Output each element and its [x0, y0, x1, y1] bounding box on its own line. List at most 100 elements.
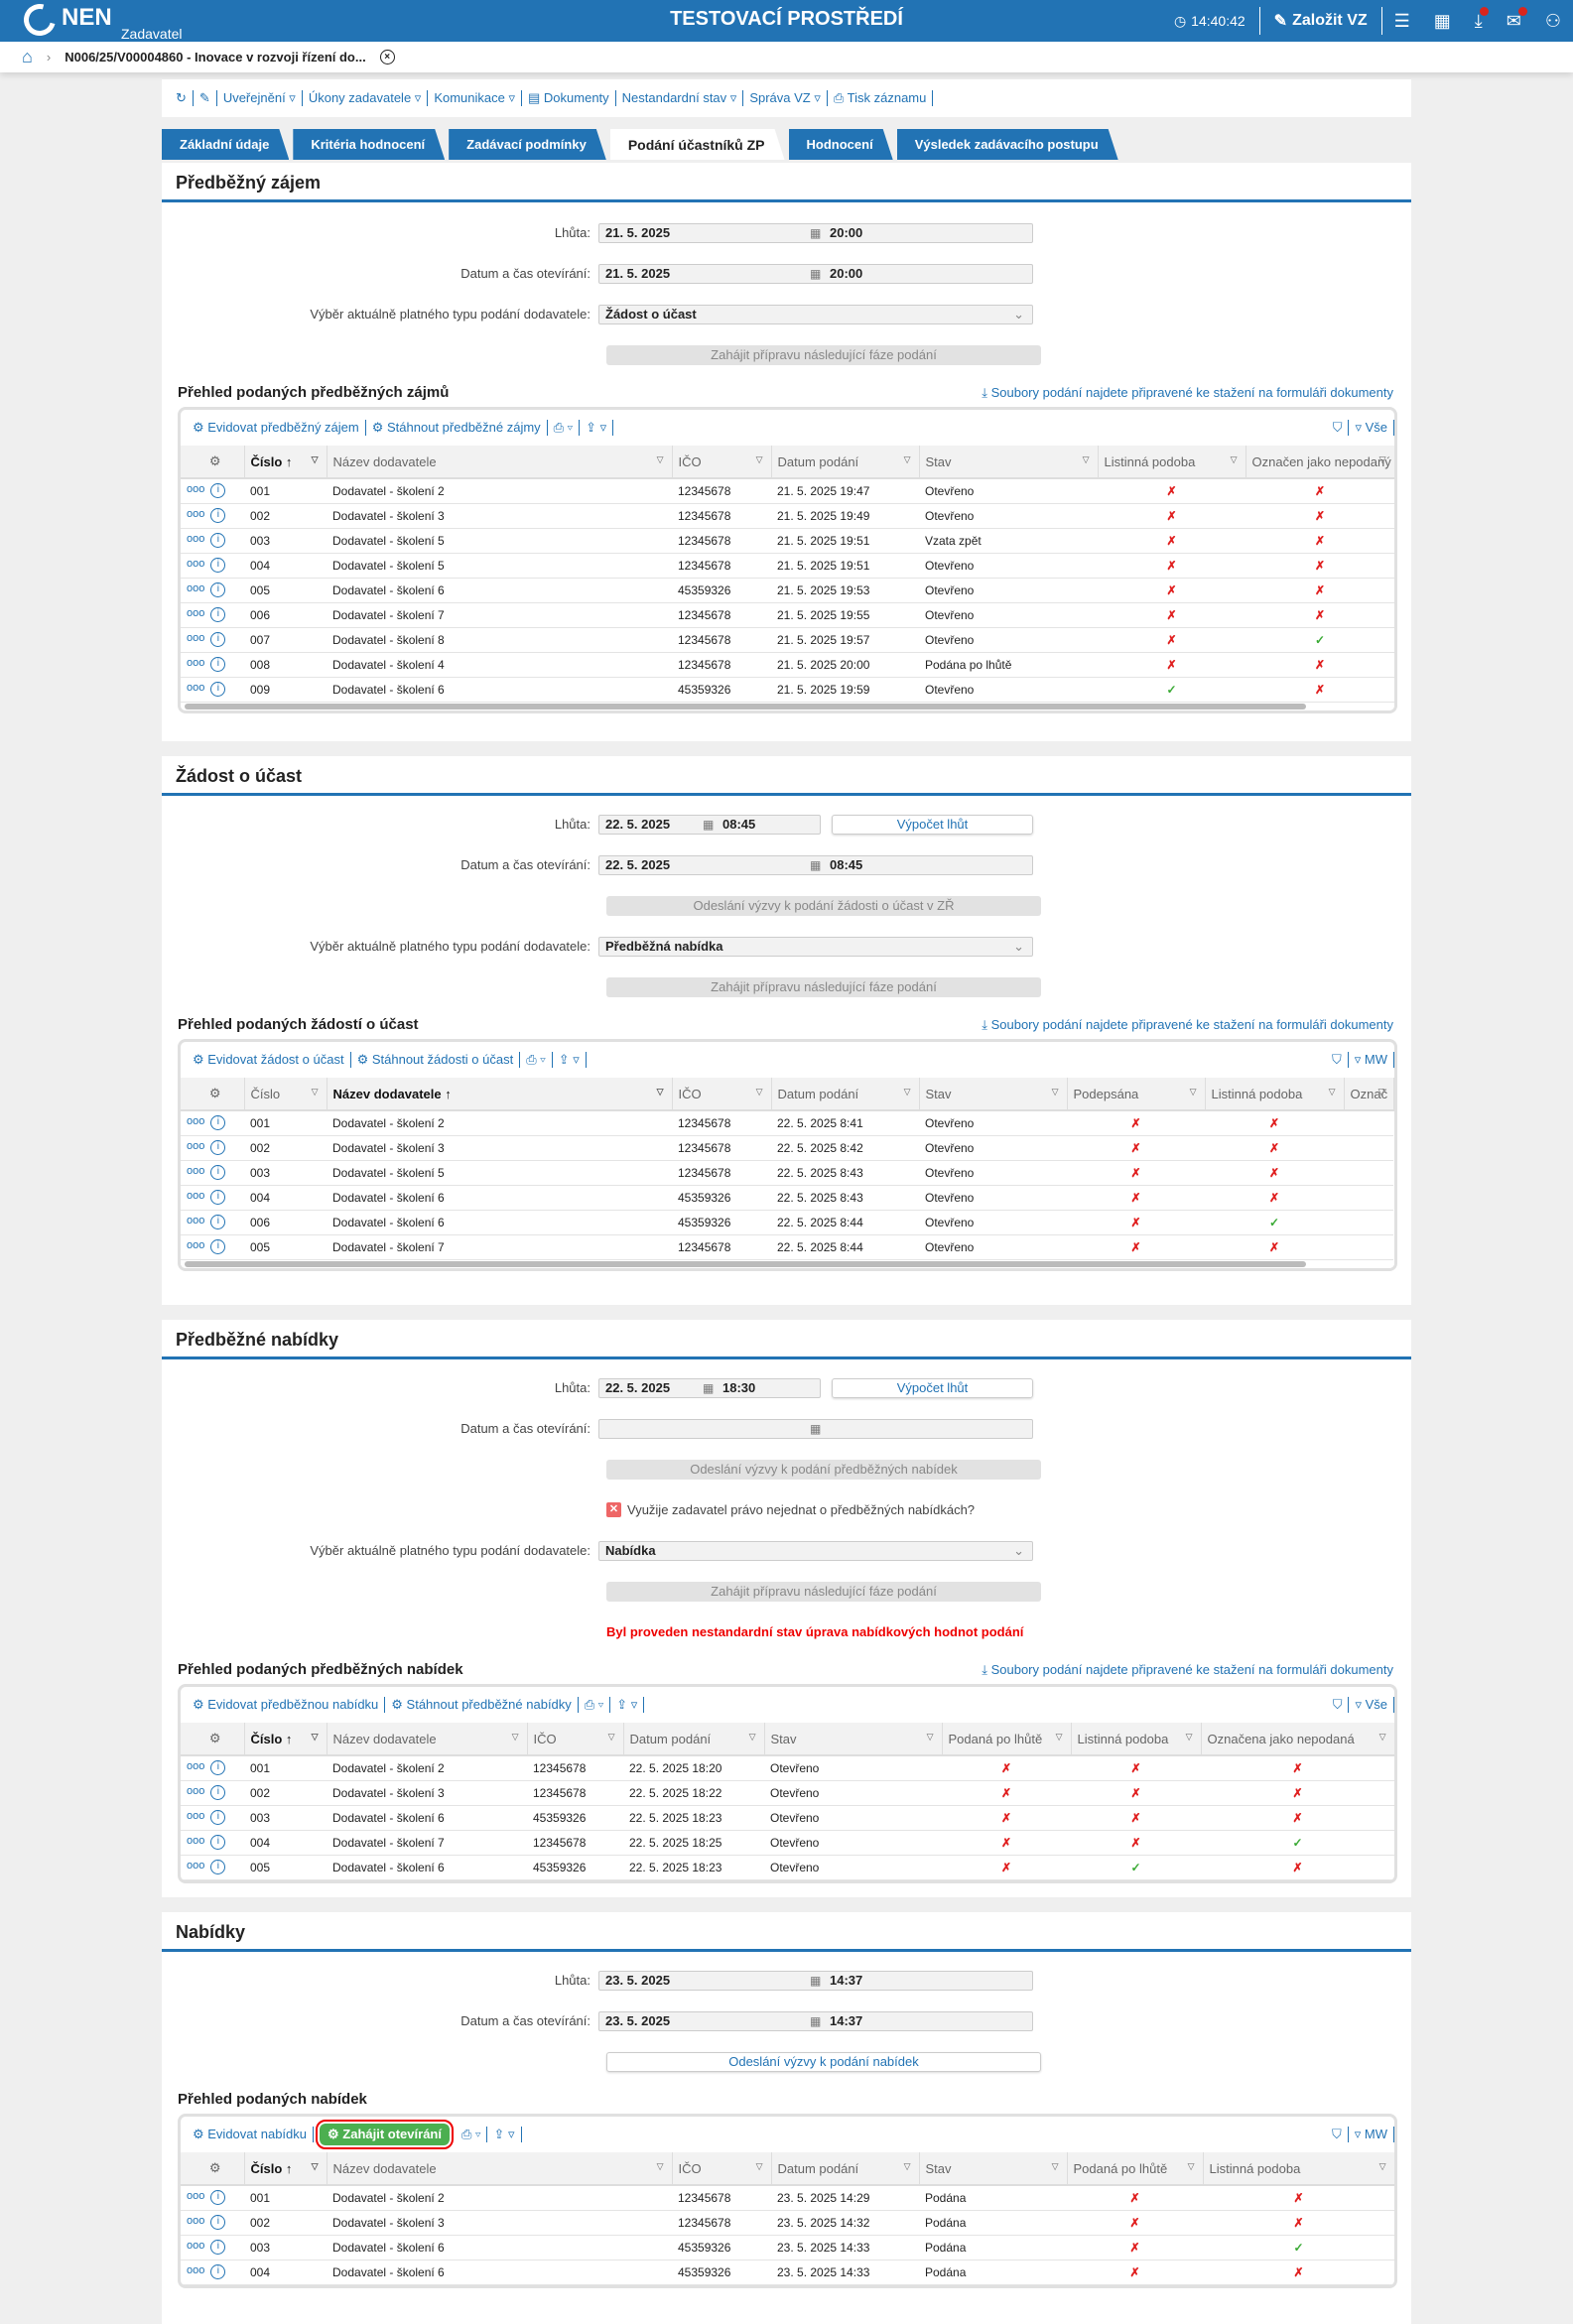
- row-actions[interactable]: ooo i: [181, 1755, 244, 1781]
- download-icon[interactable]: ⤓: [1463, 6, 1495, 32]
- column-header[interactable]: IČO ▽: [672, 446, 772, 479]
- table-row[interactable]: ooo i 002 Dodavatel - školení 3 12345678 23. …: [181, 2210, 1394, 2236]
- refresh-icon[interactable]: ↻: [170, 90, 194, 106]
- info-icon[interactable]: i: [210, 1215, 226, 1229]
- column-filter-icon[interactable]: ▽: [904, 454, 911, 465]
- column-header[interactable]: Stav ▽: [919, 1078, 1068, 1111]
- checkbox-unchecked-icon[interactable]: ✕: [606, 1502, 621, 1517]
- column-header[interactable]: Označen jako nepodaný ▽: [1245, 446, 1394, 479]
- column-header[interactable]: Číslo ▽: [244, 1078, 328, 1111]
- lhuta-field[interactable]: 23. 5. 2025 ▦ 14:37: [598, 1970, 1033, 1991]
- view-select[interactable]: ▿ Vše: [1349, 420, 1394, 436]
- column-header[interactable]: Název dodavatele ▽: [327, 446, 673, 479]
- column-settings-icon[interactable]: ⚙: [181, 2152, 245, 2186]
- column-header[interactable]: Číslo ↑ ▽: [244, 1723, 328, 1756]
- info-icon[interactable]: i: [210, 533, 226, 548]
- export-menu-icon[interactable]: ⇪ ▿: [580, 420, 614, 436]
- lhuta-field[interactable]: 21. 5. 2025 ▦ 20:00: [598, 222, 1033, 243]
- row-actions[interactable]: ooo i: [181, 2210, 244, 2236]
- table-row[interactable]: ooo i 001 Dodavatel - školení 2 12345678 22. …: [181, 1110, 1393, 1136]
- info-icon[interactable]: i: [210, 1140, 226, 1155]
- column-filter-icon[interactable]: ▽: [312, 454, 319, 465]
- table-row[interactable]: ooo i 002 Dodavatel - školení 3 12345678 22. …: [181, 1780, 1394, 1806]
- column-header[interactable]: Listinná podoba ▽: [1205, 1078, 1345, 1111]
- column-header[interactable]: IČO ▽: [672, 2152, 772, 2186]
- column-filter-icon[interactable]: ▽: [657, 2161, 664, 2172]
- column-filter-icon[interactable]: ▽: [608, 1732, 615, 1743]
- column-header[interactable]: Stav ▽: [919, 446, 1099, 479]
- lhuta-field[interactable]: 22. 5. 2025 ▦ 18:30: [598, 1377, 821, 1398]
- secondary-action-button[interactable]: ⚙ Stáhnout předběžné zájmy: [366, 420, 548, 436]
- info-icon[interactable]: i: [210, 582, 226, 597]
- row-actions[interactable]: ooo i: [181, 1855, 244, 1880]
- secondary-action-button[interactable]: ⚙ Stáhnout žádosti o účast: [351, 1052, 521, 1068]
- row-actions[interactable]: ooo i: [181, 1185, 244, 1211]
- row-actions[interactable]: ooo i: [181, 627, 244, 653]
- filter-icon[interactable]: ⛉: [1326, 2127, 1349, 2142]
- column-filter-icon[interactable]: ▽: [1186, 1732, 1193, 1743]
- row-actions[interactable]: ooo i: [181, 2235, 244, 2260]
- typ-podani-select[interactable]: Nabídka ⌄: [598, 1540, 1033, 1561]
- column-filter-icon[interactable]: ▽: [312, 1732, 319, 1743]
- table-row[interactable]: ooo i 003 Dodavatel - školení 5 12345678 22. …: [181, 1160, 1393, 1186]
- row-actions[interactable]: ooo i: [181, 1780, 244, 1806]
- evidovat-button[interactable]: ⚙ Evidovat předběžnou nabídku: [187, 1697, 386, 1713]
- column-filter-icon[interactable]: ▽: [1190, 1087, 1197, 1097]
- print-menu-icon[interactable]: ⎙ ▿: [456, 2127, 488, 2142]
- row-actions[interactable]: ooo i: [181, 1234, 244, 1260]
- column-filter-icon[interactable]: ▽: [1052, 2161, 1059, 2172]
- column-header[interactable]: Stav ▽: [764, 1723, 943, 1756]
- breadcrumb-item[interactable]: N006/25/V00004860 - Inovace v rozvoji ří…: [65, 50, 365, 65]
- column-header[interactable]: Podaná po lhůtě ▽: [942, 1723, 1072, 1756]
- tab-zadavaci-podminky[interactable]: Zadávací podmínky: [449, 129, 606, 160]
- info-icon[interactable]: i: [210, 1239, 226, 1254]
- typ-podani-select[interactable]: Předběžná nabídka ⌄: [598, 936, 1033, 957]
- row-actions[interactable]: ooo i: [181, 578, 244, 603]
- export-menu-icon[interactable]: ⇪ ▿: [487, 2127, 522, 2142]
- info-icon[interactable]: i: [210, 1785, 226, 1800]
- horizontal-scrollbar[interactable]: [181, 702, 1394, 710]
- table-row[interactable]: ooo i 004 Dodavatel - školení 5 12345678 21. …: [181, 553, 1394, 579]
- table-row[interactable]: ooo i 003 Dodavatel - školení 6 45359326 23. …: [181, 2235, 1394, 2260]
- export-menu-icon[interactable]: ⇪ ▿: [610, 1697, 645, 1713]
- menu-dokumenty[interactable]: ▤ Dokumenty: [522, 90, 616, 106]
- evidovat-button[interactable]: ⚙ Evidovat nabídku: [187, 2127, 315, 2142]
- view-select[interactable]: ▿ MW: [1349, 1052, 1394, 1068]
- table-row[interactable]: ooo i 005 Dodavatel - školení 7 12345678 22. …: [181, 1234, 1393, 1260]
- filter-icon[interactable]: ⛉: [1327, 420, 1350, 436]
- row-actions[interactable]: ooo i: [181, 1110, 244, 1136]
- horizontal-scrollbar[interactable]: [181, 1259, 1394, 1268]
- info-icon[interactable]: i: [210, 657, 226, 672]
- info-icon[interactable]: i: [210, 1760, 226, 1776]
- column-filter-icon[interactable]: ▽: [749, 1732, 756, 1743]
- datum-otevirani-field[interactable]: 21. 5. 2025 ▦ 20:00: [598, 263, 1033, 284]
- create-vz-button[interactable]: ✎ Založit VZ: [1260, 8, 1381, 34]
- table-row[interactable]: ooo i 009 Dodavatel - školení 6 45359326 21. …: [181, 677, 1394, 703]
- column-filter-icon[interactable]: ▽: [1056, 1732, 1063, 1743]
- column-settings-icon[interactable]: ⚙: [181, 446, 245, 479]
- info-icon[interactable]: i: [210, 1165, 226, 1180]
- column-settings-icon[interactable]: ⚙: [181, 1723, 245, 1756]
- evidovat-button[interactable]: ⚙ Evidovat předběžný zájem: [187, 420, 366, 436]
- info-icon[interactable]: i: [210, 1835, 226, 1850]
- info-icon[interactable]: i: [210, 508, 226, 523]
- column-header[interactable]: Označena jako nepodaná ▽: [1201, 1723, 1394, 1756]
- column-settings-icon[interactable]: ⚙: [181, 1078, 245, 1111]
- row-actions[interactable]: ooo i: [181, 1135, 244, 1161]
- column-header[interactable]: Název dodavatele ▽: [327, 1723, 528, 1756]
- row-actions[interactable]: ooo i: [181, 503, 244, 529]
- row-actions[interactable]: ooo i: [181, 2259, 244, 2285]
- secondary-action-button[interactable]: ⚙ Zahájit otevírání: [316, 2120, 454, 2149]
- row-actions[interactable]: ooo i: [181, 478, 244, 504]
- tab-podani-ucastniku[interactable]: Podání účastníků ZP: [610, 129, 785, 160]
- column-filter-icon[interactable]: ▽: [1379, 2161, 1386, 2172]
- home-icon[interactable]: ⌂: [22, 47, 33, 67]
- column-header[interactable]: Číslo ↑ ▽: [244, 446, 328, 479]
- datum-otevirani-field[interactable]: ▦: [598, 1418, 1033, 1439]
- table-row[interactable]: ooo i 007 Dodavatel - školení 8 12345678 21. …: [181, 627, 1394, 653]
- row-actions[interactable]: ooo i: [181, 1830, 244, 1856]
- column-filter-icon[interactable]: ▽: [1329, 1087, 1336, 1097]
- table-row[interactable]: ooo i 004 Dodavatel - školení 6 45359326 22. …: [181, 1185, 1393, 1211]
- info-icon[interactable]: i: [210, 2264, 226, 2279]
- column-header[interactable]: Datum podání ▽: [771, 2152, 920, 2186]
